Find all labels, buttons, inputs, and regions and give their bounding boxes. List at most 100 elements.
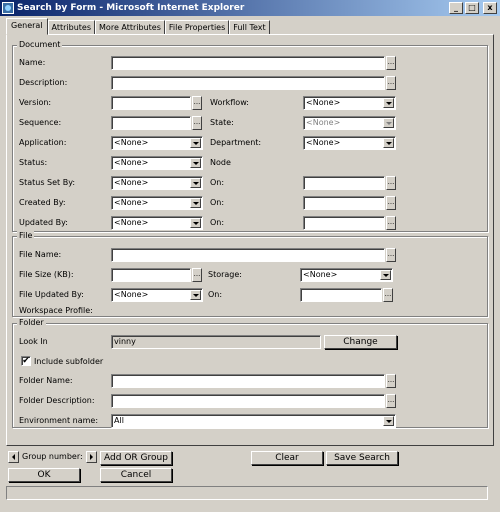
updated-on-input[interactable] <box>303 216 385 230</box>
status-set-on-input[interactable] <box>303 176 385 190</box>
description-label: Description: <box>19 78 68 87</box>
environment-name-select-value: All <box>114 416 124 425</box>
status-label: Status: <box>19 158 48 167</box>
clear-button[interactable]: Clear <box>251 451 323 465</box>
close-button[interactable]: x <box>483 2 497 14</box>
updated-by-label: Updated By: <box>19 218 68 227</box>
description-browse-button[interactable]: ... <box>386 76 396 90</box>
workflow-label: Workflow: <box>210 98 249 107</box>
ie-icon <box>2 2 14 14</box>
file-name-label: File Name: <box>19 250 62 259</box>
workspace-profile-label: Workspace Profile: <box>19 306 93 315</box>
created-on-calendar-button[interactable]: ... <box>386 196 396 210</box>
file-size-label: File Size (KB): <box>19 270 74 279</box>
chevron-down-icon <box>383 118 394 128</box>
storage-label: Storage: <box>208 270 242 279</box>
ok-button[interactable]: OK <box>8 468 80 482</box>
application-select[interactable]: <None> <box>111 136 203 150</box>
chevron-down-icon[interactable] <box>190 218 201 228</box>
tab-file-properties[interactable]: File Properties <box>164 20 230 35</box>
include-subfolder-checkbox[interactable]: ✔ <box>21 356 31 366</box>
environment-name-label: Environment name: <box>19 416 99 425</box>
chevron-down-icon[interactable] <box>190 198 201 208</box>
file-updated-on-label: On: <box>208 290 223 299</box>
chevron-down-icon[interactable] <box>190 178 201 188</box>
file-name-input[interactable] <box>111 248 385 262</box>
group-prev-icon[interactable] <box>8 451 19 463</box>
workflow-select-value: <None> <box>306 98 341 107</box>
chevron-down-icon[interactable] <box>190 158 201 168</box>
add-or-group-button[interactable]: Add OR Group <box>100 451 172 465</box>
maximize-button[interactable]: □ <box>465 2 479 14</box>
name-browse-button[interactable]: ... <box>386 56 396 70</box>
updated-by-select-value: <None> <box>114 218 149 227</box>
sequence-input[interactable] <box>111 116 191 130</box>
tab-more-attributes[interactable]: More Attributes <box>95 20 165 35</box>
look-in-label: Look In <box>19 337 48 346</box>
created-by-label: Created By: <box>19 198 66 207</box>
folder-description-browse-button[interactable]: ... <box>386 394 396 408</box>
save-search-button[interactable]: Save Search <box>326 451 398 465</box>
status-set-on-label: On: <box>210 178 225 187</box>
file-group-title: File <box>17 231 35 240</box>
chevron-down-icon[interactable] <box>190 138 201 148</box>
folder-name-browse-button[interactable]: ... <box>386 374 396 388</box>
tab-attributes[interactable]: Attributes <box>47 20 96 35</box>
file-size-browse-button[interactable]: ... <box>192 268 202 282</box>
folder-name-label: Folder Name: <box>19 376 73 385</box>
sequence-label: Sequence: <box>19 118 62 127</box>
chevron-down-icon[interactable] <box>190 290 201 300</box>
department-select-value: <None> <box>306 138 341 147</box>
state-select: <None> <box>303 116 396 130</box>
file-updated-by-select[interactable]: <None> <box>111 288 203 302</box>
status-select[interactable]: <None> <box>111 156 203 170</box>
updated-on-label: On: <box>210 218 225 227</box>
tab-full-text[interactable]: Full Text <box>229 20 270 35</box>
status-set-by-label: Status Set By: <box>19 178 76 187</box>
sequence-browse-button[interactable]: ... <box>192 116 202 130</box>
group-number-label: Group number: 1 <box>22 452 91 461</box>
folder-name-input[interactable] <box>111 374 385 388</box>
created-by-select[interactable]: <None> <box>111 196 203 210</box>
status-set-by-select[interactable]: <None> <box>111 176 203 190</box>
window-title: Search by Form - Microsoft Internet Expl… <box>17 3 245 13</box>
file-updated-on-calendar-button[interactable]: ... <box>383 288 393 302</box>
department-select[interactable]: <None> <box>303 136 396 150</box>
folder-group: Folder Look In vinny Change ✔ Include su… <box>12 318 488 428</box>
file-group: File File Name: ... File Size (KB): ... … <box>12 231 488 317</box>
folder-description-label: Folder Description: <box>19 396 95 405</box>
description-input[interactable] <box>111 76 385 90</box>
department-label: Department: <box>210 138 262 147</box>
tab-strip: General Attributes More Attributes File … <box>6 18 270 35</box>
updated-on-calendar-button[interactable]: ... <box>386 216 396 230</box>
tab-general[interactable]: General <box>6 18 48 35</box>
chevron-down-icon[interactable] <box>383 98 394 108</box>
name-input[interactable] <box>111 56 385 70</box>
look-in-field: vinny <box>111 335 321 349</box>
document-group-title: Document <box>17 40 63 49</box>
chevron-down-icon[interactable] <box>383 416 394 426</box>
folder-description-input[interactable] <box>111 394 385 408</box>
minimize-button[interactable]: _ <box>449 2 463 14</box>
updated-by-select[interactable]: <None> <box>111 216 203 230</box>
status-set-on-calendar-button[interactable]: ... <box>386 176 396 190</box>
chevron-down-icon[interactable] <box>383 138 394 148</box>
workflow-select[interactable]: <None> <box>303 96 396 110</box>
change-folder-button[interactable]: Change <box>324 335 397 349</box>
created-on-input[interactable] <box>303 196 385 210</box>
environment-name-select[interactable]: All <box>111 414 396 428</box>
cancel-button[interactable]: Cancel <box>100 468 172 482</box>
file-updated-on-input[interactable] <box>300 288 382 302</box>
file-name-browse-button[interactable]: ... <box>386 248 396 262</box>
group-next-icon[interactable] <box>86 451 97 463</box>
created-by-select-value: <None> <box>114 198 149 207</box>
version-input[interactable] <box>111 96 191 110</box>
state-label: State: <box>210 118 234 127</box>
chevron-down-icon[interactable] <box>380 270 391 280</box>
application-select-value: <None> <box>114 138 149 147</box>
include-subfolder-label: Include subfolder <box>34 357 104 366</box>
version-browse-button[interactable]: ... <box>192 96 202 110</box>
storage-select[interactable]: <None> <box>300 268 393 282</box>
application-label: Application: <box>19 138 67 147</box>
file-size-input[interactable] <box>111 268 191 282</box>
